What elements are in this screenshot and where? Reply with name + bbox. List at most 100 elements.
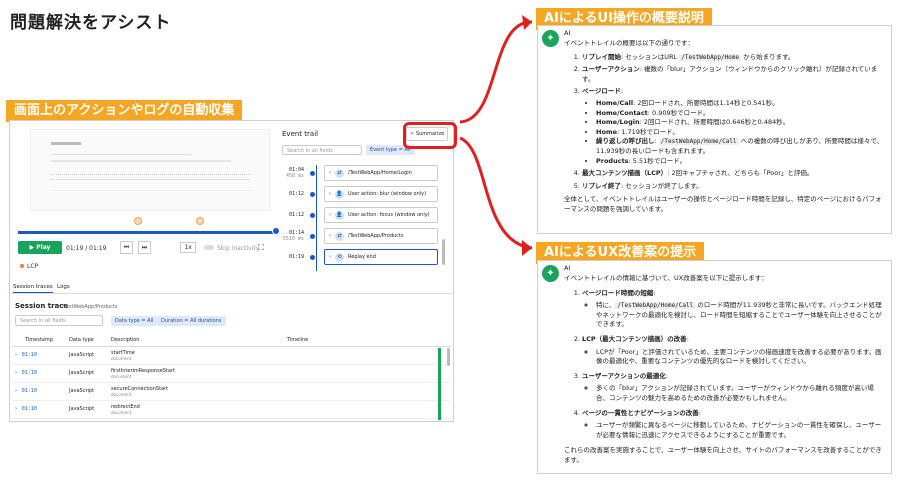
event-row[interactable]: 01:12 › 👤 User action: blur (window only) <box>282 186 438 202</box>
lcp-dot <box>20 264 24 268</box>
event-card[interactable]: › 👤 User action: blur (window only) <box>324 186 438 202</box>
ux-intro: イベントトレイルの情報に基づいて、UX改善案を以下に提示します： <box>564 274 768 282</box>
timeline-bar <box>438 348 441 420</box>
description-sub: document <box>111 391 132 397</box>
ai-summary-text: イベントトレイルの概要は以下の通りです： リプレイ開始: セッションはURL /… <box>564 39 886 215</box>
event-row[interactable]: 01:12 › 👤 User action: focus (window only) <box>282 207 438 223</box>
col-data-type[interactable]: Data type <box>65 334 107 346</box>
page-load-item: Home/Login: 2回ロードされ、所要時間は0.646秒と0.484秒。 <box>596 118 886 128</box>
speed-select[interactable]: 1x <box>180 242 196 253</box>
event-card[interactable]: › ⇄ /TestWebApp/Products <box>324 228 438 244</box>
user-icon: 👤 <box>335 189 344 199</box>
chevron-right-icon: › <box>329 233 331 239</box>
cell-description: startTime document <box>107 346 283 364</box>
table-row[interactable]: › 01:10 JavaScript startTime document <box>11 346 451 364</box>
user-icon: 👤 <box>335 210 344 220</box>
ux-item: ページの一貫性とナビゲーションの改善: ユーザーが頻繁に異なるページに移動してい… <box>582 409 886 441</box>
table-scrollbar[interactable] <box>447 348 450 366</box>
replay-timeline[interactable] <box>18 231 278 234</box>
summary-item: ユーザーアクション: 複数の「blur」アクション（ウィンドウからのクリック離れ… <box>582 65 886 84</box>
description-sub: document <box>111 355 132 361</box>
event-time: 01:12 <box>282 212 304 218</box>
event-dot <box>310 170 315 176</box>
event-card[interactable]: › ⇄ /TestWebApp/Home/Login <box>324 165 438 181</box>
ai-ux-panel: ✦ AI イベントトレイルの情報に基づいて、UX改善案を以下に提示します： ペー… <box>537 260 892 474</box>
event-duration: 5510 ms <box>282 236 304 242</box>
event-label: /TestWebApp/Home/Login <box>348 170 412 176</box>
arrow-to-ux <box>459 136 533 250</box>
table-row[interactable]: › 01:10 JavaScript redirectEnd document <box>11 400 451 418</box>
col-timeline[interactable]: Timeline <box>283 334 451 346</box>
lcp-marker-icon[interactable] <box>134 217 142 225</box>
event-row[interactable]: 01:04 458 ms › ⇄ /TestWebApp/Home/Login <box>282 165 438 181</box>
duration-filter[interactable]: Duration = All durations <box>157 316 226 326</box>
data-type-filter[interactable]: Data type = All <box>111 316 158 326</box>
expand-chevron-icon[interactable]: › <box>15 370 17 376</box>
lcp-marker-icon[interactable] <box>196 217 204 225</box>
text: : 2回ロードされ、所要時間は0.646秒と0.484秒。 <box>639 118 790 127</box>
event-label: /TestWebApp/Products <box>348 233 404 239</box>
text: : <box>620 87 624 96</box>
event-card[interactable]: › ⟲ Replay end <box>324 249 438 265</box>
ux-detail: LCPが「Poor」と評価されているため、主要コンテンツの描画速度を改善する必要… <box>596 348 886 367</box>
tab-logs[interactable]: Logs <box>57 284 70 290</box>
event-search-input[interactable]: Search in all fields <box>282 145 362 155</box>
event-duration: 458 ms <box>285 173 304 179</box>
event-row[interactable]: 01:19 › ⟲ Replay end <box>282 249 438 265</box>
skip-inactivity-toggle[interactable] <box>204 245 214 250</box>
replay-icon: ⟲ <box>335 252 344 262</box>
play-button[interactable]: ▶ Play <box>18 241 62 254</box>
code: /TestWebApp/Home <box>679 53 742 61</box>
bold: リプレイ終了 <box>582 181 621 190</box>
chevron-right-icon: › <box>329 170 331 176</box>
bold: 最大コンテンツ描画（LCP） <box>582 169 668 178</box>
fullscreen-icon[interactable]: ⛶ <box>258 243 264 253</box>
bold: リプレイ開始 <box>582 52 621 61</box>
timestamp: 01:10 <box>21 352 37 358</box>
col-description[interactable]: Description <box>107 334 283 346</box>
col-label: Timeline <box>287 336 309 343</box>
text: : セッションが終了します。 <box>621 181 703 190</box>
expand-chevron-icon[interactable]: › <box>15 352 17 358</box>
session-trace-title: Session trace <box>15 302 69 310</box>
time-display: 01:19 / 01:19 <box>66 245 107 252</box>
trace-search-input[interactable]: Search in all fields <box>15 315 103 326</box>
skip-back-button[interactable]: ⏮ <box>120 241 133 254</box>
description-sub: document <box>111 373 132 379</box>
summary-item: ページロード: Home/Call: 2回ロードされ、所要時間は1.14秒と0.… <box>582 87 886 166</box>
bold: ページロード <box>582 87 621 96</box>
cell-description: secureConnectionStart document <box>107 382 283 400</box>
play-label: Play <box>36 244 51 251</box>
event-dot <box>310 191 315 197</box>
col-timestamp[interactable]: Timestamp <box>11 334 65 346</box>
page-load-item: Home: 1.719秒でロード。 <box>596 128 886 138</box>
table-row[interactable]: › 01:10 JavaScript secureConnectionStart do… <box>11 382 451 400</box>
expand-chevron-icon[interactable]: › <box>15 388 17 394</box>
ux-detail: ユーザーが頻繁に異なるページに移動しているため、ナビゲーションの一貫性を確保し、… <box>596 421 886 440</box>
event-row[interactable]: 01:14 5510 ms › ⇄ /TestWebApp/Products <box>282 228 438 244</box>
page-load-item: Products: 5.51秒でロード。 <box>596 157 886 167</box>
cell-data-type: JavaScript <box>69 388 95 394</box>
expand-chevron-icon[interactable]: › <box>15 406 17 412</box>
code: /TestWebApp/Home/Call <box>615 302 696 310</box>
event-dot <box>310 212 315 218</box>
skip-forward-button[interactable]: ⏭ <box>138 241 151 254</box>
timeline-handle[interactable] <box>272 227 280 235</box>
tab-session-traces[interactable]: Session traces <box>13 284 53 293</box>
text: : 2回ロードされ、所要時間は1.14秒と0.541秒。 <box>633 98 779 107</box>
cell-timeline <box>283 382 451 400</box>
table-row[interactable]: › 01:10 JavaScript firstInterimResponseSta… <box>11 364 451 382</box>
ai-name: AI <box>564 29 571 37</box>
col-label: Timestamp <box>25 336 53 343</box>
event-card[interactable]: › 👤 User action: focus (window only) <box>324 207 438 223</box>
summary-item: 最大コンテンツ描画（LCP）: 2回キャプチャされ、どちらも「Poor」と評価。 <box>582 169 886 179</box>
navigation-icon: ⇄ <box>335 231 344 241</box>
cell-timestamp: › 01:10 <box>11 346 65 364</box>
ai-icon: ✦ <box>542 30 559 47</box>
page-load-item: Home/Contact: 0.909秒でロード。 <box>596 109 886 119</box>
cell-timestamp: › 01:10 <box>11 400 65 418</box>
bold: ページの一貫性とナビゲーションの改善 <box>582 408 699 417</box>
bold: 繰り返しの呼び出し <box>596 137 655 146</box>
summary-item: リプレイ開始: セッションはURL /TestWebApp/Home から始まり… <box>582 53 886 63</box>
bold: ページロード時間の短縮 <box>582 288 654 297</box>
